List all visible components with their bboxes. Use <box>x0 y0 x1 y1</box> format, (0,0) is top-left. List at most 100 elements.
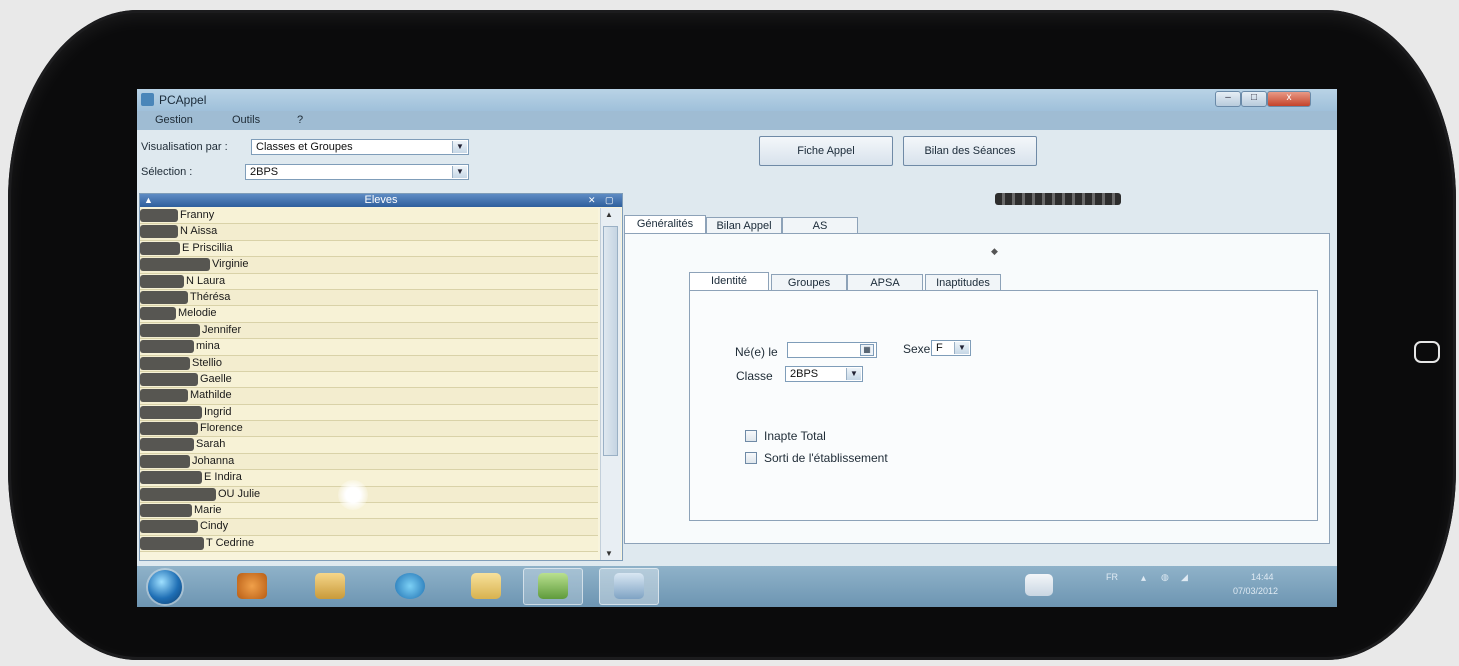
menu-outils[interactable]: Outils <box>232 114 260 126</box>
start-button[interactable] <box>148 570 182 604</box>
language-indicator[interactable]: FR <box>1106 572 1118 582</box>
tab-generalites[interactable]: Généralités <box>624 215 706 234</box>
minimize-button[interactable]: – <box>1215 91 1241 107</box>
taskbar: FR ▴ ◍ ◢ 14:44 07/03/2012 <box>137 566 1337 607</box>
tab-inaptitudes[interactable]: Inaptitudes <box>925 274 1001 291</box>
redacted-surname <box>140 504 192 518</box>
signal-icon[interactable]: ◢ <box>1181 572 1188 583</box>
chevron-down-icon: ▼ <box>452 166 467 178</box>
pen-input-icon[interactable] <box>1025 574 1053 596</box>
chevron-down-icon: ▼ <box>846 368 861 380</box>
redacted-surname <box>140 274 184 288</box>
redacted-surname <box>140 405 202 419</box>
list-item[interactable]: Sarah <box>140 437 598 454</box>
list-item[interactable]: Jennifer <box>140 322 598 340</box>
browser-icon[interactable] <box>395 573 425 599</box>
window-icon[interactable]: ▢ <box>605 194 614 207</box>
list-item[interactable]: Florence <box>140 421 598 438</box>
redacted-surname <box>140 356 190 370</box>
dock-icon[interactable]: ✕ <box>588 194 596 207</box>
clock-date[interactable]: 07/03/2012 <box>1233 586 1278 596</box>
redacted-surname <box>140 209 178 222</box>
scroll-down-icon[interactable]: ▼ <box>605 549 613 558</box>
selection-select[interactable]: 2BPS ▼ <box>245 164 469 180</box>
redacted-surname <box>140 389 188 403</box>
list-item[interactable]: N Aissa <box>140 224 598 241</box>
tab-apsa[interactable]: APSA <box>847 274 923 291</box>
scroll-thumb[interactable] <box>603 226 618 456</box>
redacted-surname <box>140 258 210 272</box>
maximize-button[interactable]: □ <box>1241 91 1267 107</box>
diamond-icon: ◆ <box>991 246 998 256</box>
list-item[interactable]: Gaelle <box>140 371 598 389</box>
list-item[interactable]: Franny <box>140 208 598 225</box>
inapte-total-checkbox[interactable] <box>745 430 757 442</box>
home-button[interactable] <box>1414 341 1440 363</box>
list-item[interactable]: mina <box>140 339 598 356</box>
sex-select[interactable]: F ▼ <box>931 340 971 356</box>
tab-bilan-appel[interactable]: Bilan Appel <box>706 217 782 234</box>
list-item[interactable]: Stellio <box>140 355 598 372</box>
inapte-total-label: Inapte Total <box>764 429 826 443</box>
clock-time[interactable]: 14:44 <box>1251 572 1274 582</box>
app-icon <box>141 93 154 106</box>
redacted-surname <box>140 454 190 468</box>
app-window: PCAppel – □ x Gestion Outils ? Visualisa… <box>137 89 1337 607</box>
redacted-surname <box>140 471 202 485</box>
redacted-surname <box>140 290 188 304</box>
calendar-icon[interactable]: ▦ <box>860 344 874 356</box>
menu-help[interactable]: ? <box>297 114 303 126</box>
media-player-icon[interactable] <box>237 573 267 599</box>
list-item[interactable]: Ingrid <box>140 404 598 422</box>
redacted-student-name <box>995 193 1121 205</box>
list-item[interactable]: Cindy <box>140 519 598 536</box>
list-item[interactable]: Melodie <box>140 306 598 323</box>
list-item[interactable]: Virginie <box>140 257 598 274</box>
taskbar-users-app[interactable] <box>523 568 583 605</box>
chevron-down-icon: ▼ <box>954 342 969 354</box>
list-item[interactable]: Thérésa <box>140 289 598 307</box>
app-icon-taskbar[interactable] <box>471 573 501 599</box>
birthdate-field[interactable]: ▦ <box>787 342 877 358</box>
bilan-seances-button[interactable]: Bilan des Séances <box>903 136 1037 166</box>
scroll-up-icon[interactable]: ▲ <box>605 210 613 219</box>
redacted-surname <box>140 536 204 550</box>
list-scrollbar[interactable]: ▲ ▼ <box>600 208 621 560</box>
list-item[interactable]: N Laura <box>140 273 598 290</box>
close-button[interactable]: x <box>1267 91 1311 107</box>
fiche-appel-button[interactable]: Fiche Appel <box>759 136 893 166</box>
list-item[interactable]: OU Julie <box>140 486 598 504</box>
flag-icon[interactable]: ▴ <box>1141 573 1146 584</box>
redacted-surname <box>140 372 198 386</box>
taskbar-pcappel[interactable] <box>599 568 659 605</box>
list-item[interactable]: Mathilde <box>140 388 598 405</box>
born-label: Né(e) le <box>735 345 778 359</box>
network-icon[interactable]: ◍ <box>1161 572 1169 583</box>
list-item[interactable]: E Priscillia <box>140 240 598 258</box>
redacted-surname <box>140 438 194 452</box>
redacted-surname <box>140 323 200 337</box>
list-item[interactable]: E Indira <box>140 470 598 487</box>
list-item[interactable]: Johanna <box>140 453 598 471</box>
list-header: ▲ Eleves ✕ ▢ <box>140 194 622 207</box>
list-item[interactable]: Marie <box>140 503 598 520</box>
folder-icon[interactable] <box>315 573 345 599</box>
chevron-down-icon: ▼ <box>452 141 467 153</box>
sorti-checkbox[interactable] <box>745 452 757 464</box>
redacted-surname <box>140 241 180 255</box>
tab-identite[interactable]: Identité <box>689 272 769 291</box>
students-rows: Franny N Aissa E Priscillia Virginie N L… <box>140 208 598 553</box>
view-by-label: Visualisation par : <box>141 141 228 153</box>
pin-icon[interactable]: ▲ <box>144 194 153 207</box>
redacted-surname <box>140 422 198 436</box>
selection-label: Sélection : <box>141 166 193 178</box>
tab-groupes[interactable]: Groupes <box>771 274 847 291</box>
sorti-label: Sorti de l'établissement <box>764 451 888 465</box>
menu-gestion[interactable]: Gestion <box>155 114 193 126</box>
class-select[interactable]: 2BPS ▼ <box>785 366 863 382</box>
view-by-select[interactable]: Classes et Groupes ▼ <box>251 139 469 155</box>
list-item[interactable]: T Cedrine <box>140 535 598 553</box>
window-title: PCAppel <box>159 93 207 107</box>
redacted-surname <box>140 340 194 354</box>
tab-as[interactable]: AS <box>782 217 858 234</box>
